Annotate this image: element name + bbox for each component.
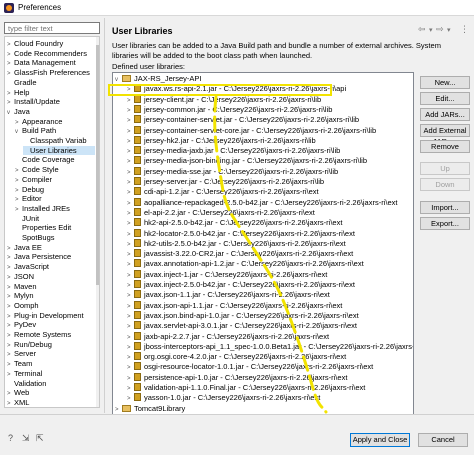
apply-and-close-button[interactable]: Apply and Close [350, 433, 410, 447]
import-preferences-icon[interactable]: ⇲ [22, 433, 32, 443]
cancel-button[interactable]: Cancel [418, 433, 468, 447]
export-preferences-icon[interactable]: ⇱ [36, 433, 46, 443]
help-icon[interactable]: ? [8, 433, 18, 443]
footer-separator [0, 414, 474, 415]
highlight-stroke [213, 95, 328, 414]
